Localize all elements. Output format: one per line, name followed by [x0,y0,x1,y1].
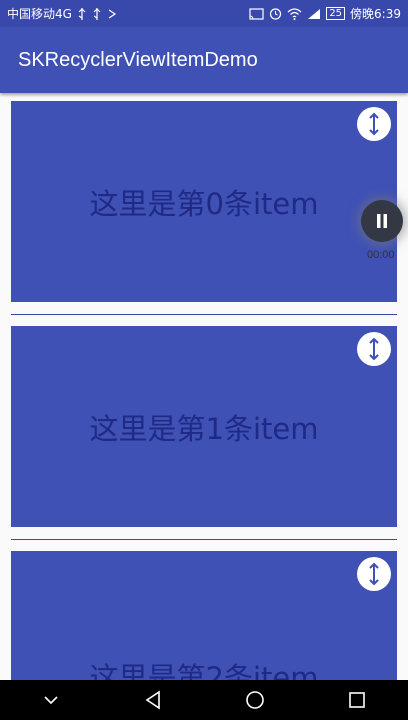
floating-time-label: 00:00 [367,249,395,261]
app-bar: SKRecyclerViewItemDemo [0,27,408,93]
carrier-label: 中国移动4G [7,7,72,21]
notification-icon [108,9,117,18]
status-bar: 中国移动4G 25 傍晚6:39 [0,0,408,27]
vertical-arrows-icon [369,337,379,361]
alarm-icon [270,8,282,20]
divider [11,314,397,315]
cast-icon [249,7,264,20]
drag-handle-button[interactable] [357,107,391,141]
recycler-list[interactable]: 这里是第0条item 这里是第1条item 这里是第2条item [0,93,408,680]
item-label: 这里是第2条item [89,661,319,680]
nav-collapse-button[interactable] [26,680,76,720]
signal-icon [308,8,321,19]
list-item[interactable]: 这里是第1条item [11,326,397,527]
divider [11,539,397,540]
status-time: 傍晚6:39 [350,7,401,21]
pause-icon [377,214,387,228]
drag-handle-button[interactable] [357,557,391,591]
nav-back-button[interactable] [128,680,178,720]
chevron-down-icon [44,696,58,705]
battery-indicator: 25 [326,7,346,20]
vertical-arrows-icon [369,112,379,136]
list-item[interactable]: 这里是第0条item [11,101,397,302]
nav-home-button[interactable] [230,680,280,720]
recents-icon [349,692,365,708]
list-item[interactable]: 这里是第2条item [11,551,397,680]
status-left: 中国移动4G [7,5,117,22]
status-right: 25 傍晚6:39 [249,5,401,22]
wifi-icon [287,7,302,20]
item-label: 这里是第0条item [89,186,319,221]
usb-icon [78,7,86,20]
vertical-arrows-icon [369,562,379,586]
navigation-bar [0,680,408,720]
floating-pause-button[interactable] [361,200,403,242]
usb-icon [93,7,101,20]
app-title: SKRecyclerViewItemDemo [18,48,258,71]
nav-recents-button[interactable] [332,680,382,720]
battery-level: 25 [329,8,343,19]
back-icon [145,690,160,710]
home-icon [246,691,264,709]
item-label: 这里是第1条item [89,411,319,446]
drag-handle-button[interactable] [357,332,391,366]
